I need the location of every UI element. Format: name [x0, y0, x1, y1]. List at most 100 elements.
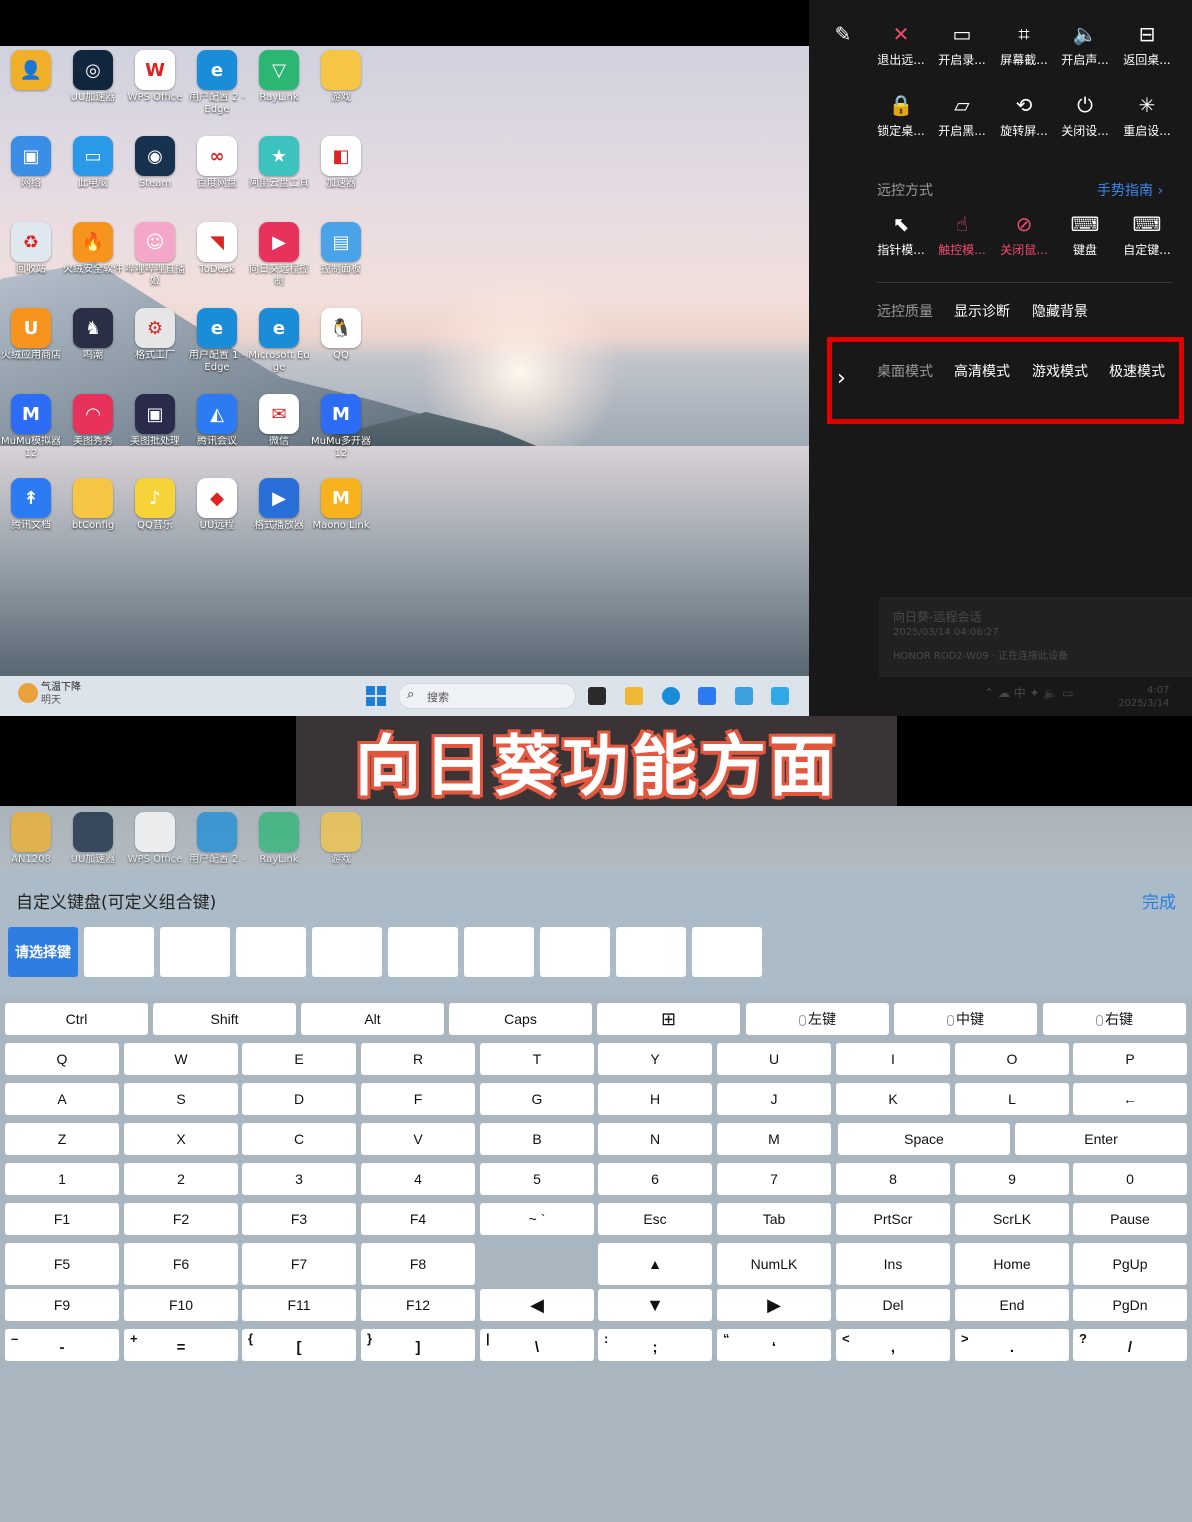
key-r[interactable]: R	[361, 1043, 475, 1075]
desktop-icon[interactable]: ▶ 向日葵远程控制	[248, 222, 310, 288]
desktop-icon[interactable]: ▤ 控制面板	[310, 222, 372, 276]
taskbar-search[interactable]: ⌕ 搜索	[398, 683, 576, 709]
key-slot-empty[interactable]	[84, 927, 154, 977]
menu-item[interactable]: ⊘ 关闭鼠...	[993, 210, 1055, 258]
key-f1[interactable]: F1	[5, 1203, 119, 1235]
key-numlk[interactable]: NumLK	[717, 1243, 831, 1285]
key-f6[interactable]: F6	[124, 1243, 238, 1285]
key-digit-8[interactable]: 8	[836, 1163, 950, 1195]
key-slot-empty[interactable]	[236, 927, 306, 977]
menu-item[interactable]: ▱ 开启黑...	[931, 91, 993, 139]
desktop-icon[interactable]: ⚙ 格式工厂	[124, 308, 186, 362]
key-f2[interactable]: F2	[124, 1203, 238, 1235]
done-button[interactable]: 完成	[1142, 888, 1176, 913]
key-i[interactable]: I	[836, 1043, 950, 1075]
desktop-icon[interactable]: ♪ QQ音乐	[124, 478, 186, 532]
key-l[interactable]: L	[955, 1083, 1069, 1115]
key-t[interactable]: T	[480, 1043, 594, 1075]
remote-app-icon[interactable]	[735, 687, 753, 705]
key-symbol[interactable]: – -	[5, 1329, 119, 1361]
desktop-icon[interactable]: ∞ 百度网盘	[186, 136, 248, 190]
desktop-icon[interactable]: WPS Office	[124, 812, 186, 866]
desktop-icon[interactable]: ▭ 此电脑	[62, 136, 124, 190]
desktop-icon[interactable]: ◥ ToDesk	[186, 222, 248, 276]
key-digit-6[interactable]: 6	[598, 1163, 712, 1195]
key-f3[interactable]: F3	[242, 1203, 356, 1235]
key-slot-empty[interactable]	[616, 927, 686, 977]
desktop-icon[interactable]: ♻ 回收站	[0, 222, 62, 276]
menu-item[interactable]: ⌗ 屏幕截...	[993, 20, 1055, 68]
desktop-icon[interactable]: ↟ 腾讯文档	[0, 478, 62, 532]
key-pause[interactable]: Pause	[1073, 1203, 1187, 1235]
desktop-icon[interactable]: 游戏	[310, 50, 372, 104]
desktop-icon[interactable]: ◧ 加速器	[310, 136, 372, 190]
key-s[interactable]: S	[124, 1083, 238, 1115]
key-ins[interactable]: Ins	[836, 1243, 950, 1285]
key-slot-empty[interactable]	[388, 927, 458, 977]
key-f7[interactable]: F7	[242, 1243, 356, 1285]
menu-item[interactable]: ⬉ 指针模...	[870, 210, 932, 258]
key-backtick[interactable]: ~ `	[480, 1203, 594, 1235]
key-c[interactable]: C	[242, 1123, 356, 1155]
key-esc[interactable]: Esc	[598, 1203, 712, 1235]
key-digit-0[interactable]: 0	[1073, 1163, 1187, 1195]
desktop-icon[interactable]: e 用户配置 2 - Edge	[186, 50, 248, 116]
menu-item[interactable]: ⌨ 自定键...	[1116, 210, 1178, 258]
desktop-icon[interactable]: 用户配置 2 -	[186, 812, 248, 866]
desktop-icon[interactable]: ◎ UU加速器	[62, 50, 124, 104]
key-u[interactable]: U	[717, 1043, 831, 1075]
desktop-icon[interactable]: ▣ 美图批处理	[124, 394, 186, 448]
desktop-icon[interactable]: btConfig	[62, 478, 124, 532]
weather-widget[interactable]: 气温下降 明天	[41, 681, 81, 707]
key-x[interactable]: X	[124, 1123, 238, 1155]
desktop-icon[interactable]: 游戏	[310, 812, 372, 866]
key-n[interactable]: N	[598, 1123, 712, 1155]
key-f12[interactable]: F12	[361, 1289, 475, 1321]
desktop-icon[interactable]: ◭ 腾讯会议	[186, 394, 248, 448]
todesk-icon[interactable]	[771, 687, 789, 705]
key-m[interactable]: M	[717, 1123, 831, 1155]
file-explorer-icon[interactable]	[625, 687, 643, 705]
desktop-icon[interactable]: ☺ 哔哩哔哩直播姬	[124, 222, 186, 288]
key-f11[interactable]: F11	[242, 1289, 356, 1321]
key-f5[interactable]: F5	[5, 1243, 119, 1285]
desktop-icon[interactable]: 🐧 QQ	[310, 308, 372, 362]
key-symbol[interactable]: }]	[361, 1329, 475, 1361]
menu-item[interactable]: ▭ 开启录...	[931, 20, 993, 68]
key-b[interactable]: B	[480, 1123, 594, 1155]
gesture-guide-link[interactable]: 手势指南 ›	[1097, 180, 1163, 200]
start-icon[interactable]	[366, 686, 386, 706]
key-digit-7[interactable]: 7	[717, 1163, 831, 1195]
desktop-icon[interactable]: ◆ UU远程	[186, 478, 248, 532]
desktop-icon[interactable]: U 火绒应用商店	[0, 308, 62, 362]
key-slot-empty[interactable]	[692, 927, 762, 977]
desktop-icon[interactable]: W WPS Office	[124, 50, 186, 104]
tencent-docs-icon[interactable]	[698, 687, 716, 705]
key-h[interactable]: H	[598, 1083, 712, 1115]
key-p[interactable]: P	[1073, 1043, 1187, 1075]
menu-item[interactable]: ✎	[812, 20, 874, 48]
menu-item[interactable]: ⊟ 返回桌...	[1116, 20, 1178, 68]
show-diagnosis-button[interactable]: 显示诊断	[954, 301, 1010, 321]
key-pgup[interactable]: PgUp	[1073, 1243, 1187, 1285]
menu-item[interactable]: ⏻ 关闭设...	[1054, 91, 1116, 139]
key-f[interactable]: F	[361, 1083, 475, 1115]
key-symbol[interactable]: :;	[598, 1329, 712, 1361]
menu-item[interactable]: 🔈 开启声...	[1054, 20, 1116, 68]
key-slot-empty[interactable]	[160, 927, 230, 977]
key-g[interactable]: G	[480, 1083, 594, 1115]
key-symbol[interactable]: >.	[955, 1329, 1069, 1361]
key-w[interactable]: W	[124, 1043, 238, 1075]
menu-item[interactable]: 🔒 锁定桌...	[870, 91, 932, 139]
key-a[interactable]: A	[5, 1083, 119, 1115]
desktop-icon[interactable]: e 用户配置 1 - Edge	[186, 308, 248, 374]
desktop-icon[interactable]: AN1208	[0, 812, 62, 866]
desktop-icon[interactable]: UU加速器	[62, 812, 124, 866]
key-digit-2[interactable]: 2	[124, 1163, 238, 1195]
desktop-icon[interactable]: ▽ RayLink	[248, 50, 310, 104]
key-home[interactable]: Home	[955, 1243, 1069, 1285]
desktop-icon[interactable]: RayLink	[248, 812, 310, 866]
key-arrow-down[interactable]: ▼	[598, 1289, 712, 1321]
key-v[interactable]: V	[361, 1123, 475, 1155]
key-symbol[interactable]: “‘	[717, 1329, 831, 1361]
